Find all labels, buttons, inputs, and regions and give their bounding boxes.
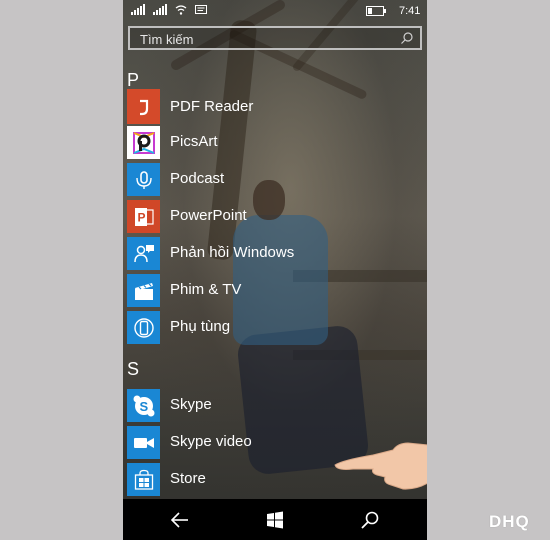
signal-strength-icon [131, 4, 145, 15]
podcast-icon [127, 163, 160, 196]
battery-icon [366, 6, 386, 16]
status-bar: 7:41 [123, 0, 427, 22]
app-store[interactable]: Store [127, 463, 423, 498]
app-powerpoint[interactable]: P PowerPoint [127, 200, 423, 235]
app-label: Phụ tùng [170, 318, 231, 335]
app-label: Podcast [170, 170, 225, 187]
back-arrow-icon[interactable] [169, 509, 191, 531]
app-label: Skype [170, 396, 212, 413]
app-label: Store [170, 470, 206, 487]
wifi-icon [175, 5, 187, 15]
section-header-s[interactable]: S [127, 359, 139, 380]
app-windows-feedback[interactable]: Phản hồi Windows [127, 237, 423, 272]
accessories-icon [127, 311, 160, 344]
app-movies-tv[interactable]: Phim & TV [127, 274, 423, 309]
app-skype[interactable]: S Skype [127, 389, 423, 424]
app-accessories[interactable]: Phụ tùng [127, 311, 423, 346]
app-label: PDF Reader [170, 98, 254, 115]
search-box[interactable] [128, 26, 422, 50]
app-picsart[interactable]: PicsArt [127, 126, 423, 161]
powerpoint-icon: P [127, 200, 160, 233]
battery-level [368, 8, 372, 14]
store-icon [127, 463, 160, 496]
picsart-icon [127, 126, 160, 159]
signal-strength-icon [153, 4, 167, 15]
app-label: Phản hồi Windows [170, 244, 295, 261]
svg-text:S: S [139, 399, 148, 414]
app-pdf-reader[interactable]: PDF Reader [127, 89, 423, 124]
navigation-bar [123, 499, 427, 540]
svg-text:P: P [137, 210, 145, 224]
app-label: Skype video [170, 433, 252, 450]
feedback-icon [127, 237, 160, 270]
watermark: DHQ [489, 512, 530, 531]
windows-logo-icon[interactable] [264, 509, 286, 531]
message-icon [195, 5, 207, 14]
app-podcast[interactable]: Podcast [127, 163, 423, 198]
search-icon[interactable] [400, 31, 414, 45]
app-label: PowerPoint [170, 207, 247, 224]
app-label: Phim & TV [170, 281, 242, 298]
skype-video-icon [127, 426, 160, 459]
phone-screen: 7:41 P PDF Reader [123, 0, 427, 540]
movies-tv-icon [127, 274, 160, 307]
clock: 7:41 [399, 5, 421, 17]
search-input[interactable] [138, 29, 392, 49]
search-icon[interactable] [359, 509, 381, 531]
app-label: PicsArt [170, 133, 218, 150]
app-skype-video[interactable]: Skype video [127, 426, 423, 461]
background-bench [293, 350, 427, 360]
pdf-reader-icon [127, 89, 160, 124]
section-header-p[interactable]: P [127, 70, 139, 91]
skype-icon: S [127, 389, 160, 422]
